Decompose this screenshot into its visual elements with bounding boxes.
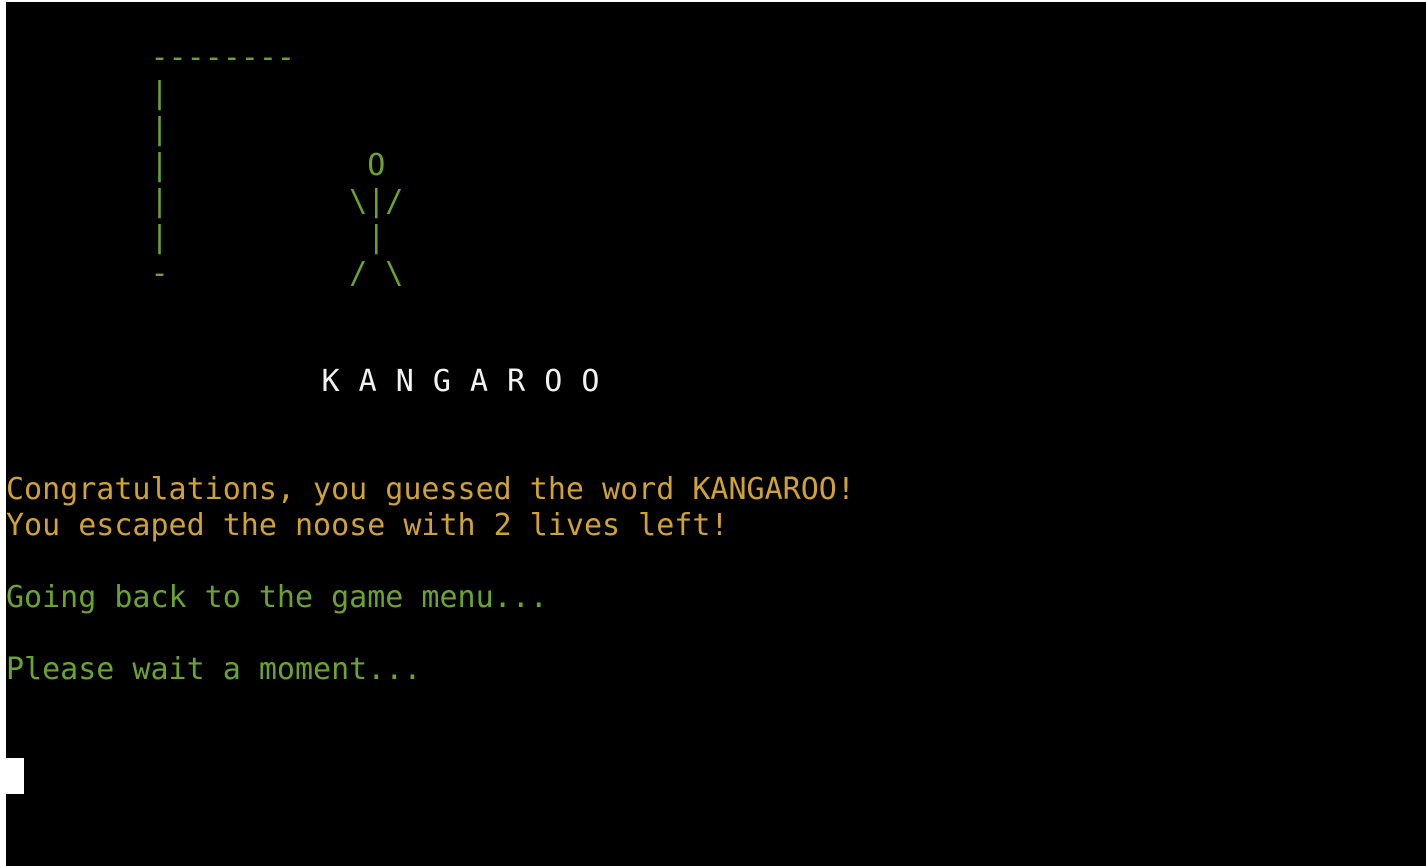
- gallows-line: | |: [6, 220, 386, 255]
- gallows-line: | O: [6, 148, 386, 183]
- congrats-message: Congratulations, you guessed the word KA…: [6, 472, 855, 507]
- gallows-line: |: [6, 112, 169, 147]
- please-wait-message: Please wait a moment...: [6, 652, 422, 687]
- text-cursor: [6, 758, 24, 794]
- gallows-line: - / \: [6, 256, 404, 291]
- gallows-line: |: [6, 76, 169, 111]
- guessed-word: K A N G A R O O: [6, 364, 600, 399]
- terminal-window[interactable]: -------- | | | O | \|/ | | - / \ K A N G…: [6, 2, 1426, 866]
- gallows-line: | \|/: [6, 184, 404, 219]
- going-back-message: Going back to the game menu...: [6, 580, 548, 615]
- lives-left-message: You escaped the noose with 2 lives left!: [6, 508, 729, 543]
- gallows-line: --------: [6, 40, 295, 75]
